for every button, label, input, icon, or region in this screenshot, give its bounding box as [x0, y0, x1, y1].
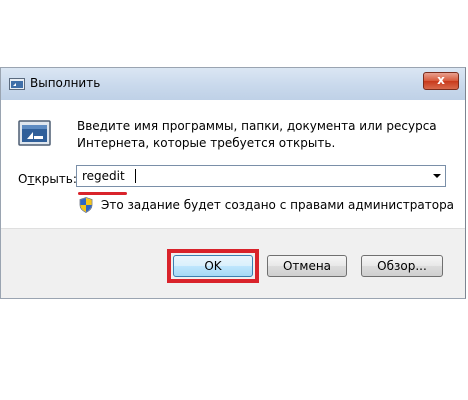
- uac-shield-icon: [79, 197, 93, 213]
- title-bar: Выполнить x: [1, 68, 465, 101]
- ok-button[interactable]: OK: [173, 255, 253, 277]
- window-title: Выполнить: [30, 76, 101, 90]
- open-input[interactable]: regedit: [82, 169, 125, 183]
- close-button[interactable]: x: [423, 72, 459, 90]
- browse-button[interactable]: Обзор...: [361, 255, 443, 277]
- admin-note: Это задание будет создано с правами адми…: [101, 198, 455, 212]
- chevron-down-icon[interactable]: [433, 174, 441, 178]
- run-dialog: Выполнить x Введите имя программы, папки…: [0, 67, 466, 299]
- close-icon: x: [437, 73, 445, 87]
- run-icon: [18, 120, 51, 146]
- open-label-suffix: крыть:: [34, 172, 77, 186]
- button-bar: OK Отмена Обзор...: [1, 228, 465, 298]
- run-icon: [9, 78, 25, 90]
- open-label: Открыть:: [18, 172, 77, 186]
- cancel-button[interactable]: Отмена: [267, 255, 347, 277]
- dialog-content: Введите имя программы, папки, документа …: [1, 100, 465, 228]
- open-combobox[interactable]: regedit: [76, 165, 446, 187]
- text-caret: [135, 169, 136, 183]
- input-red-underline: [78, 192, 127, 195]
- instruction-text: Введите имя программы, папки, документа …: [77, 119, 437, 150]
